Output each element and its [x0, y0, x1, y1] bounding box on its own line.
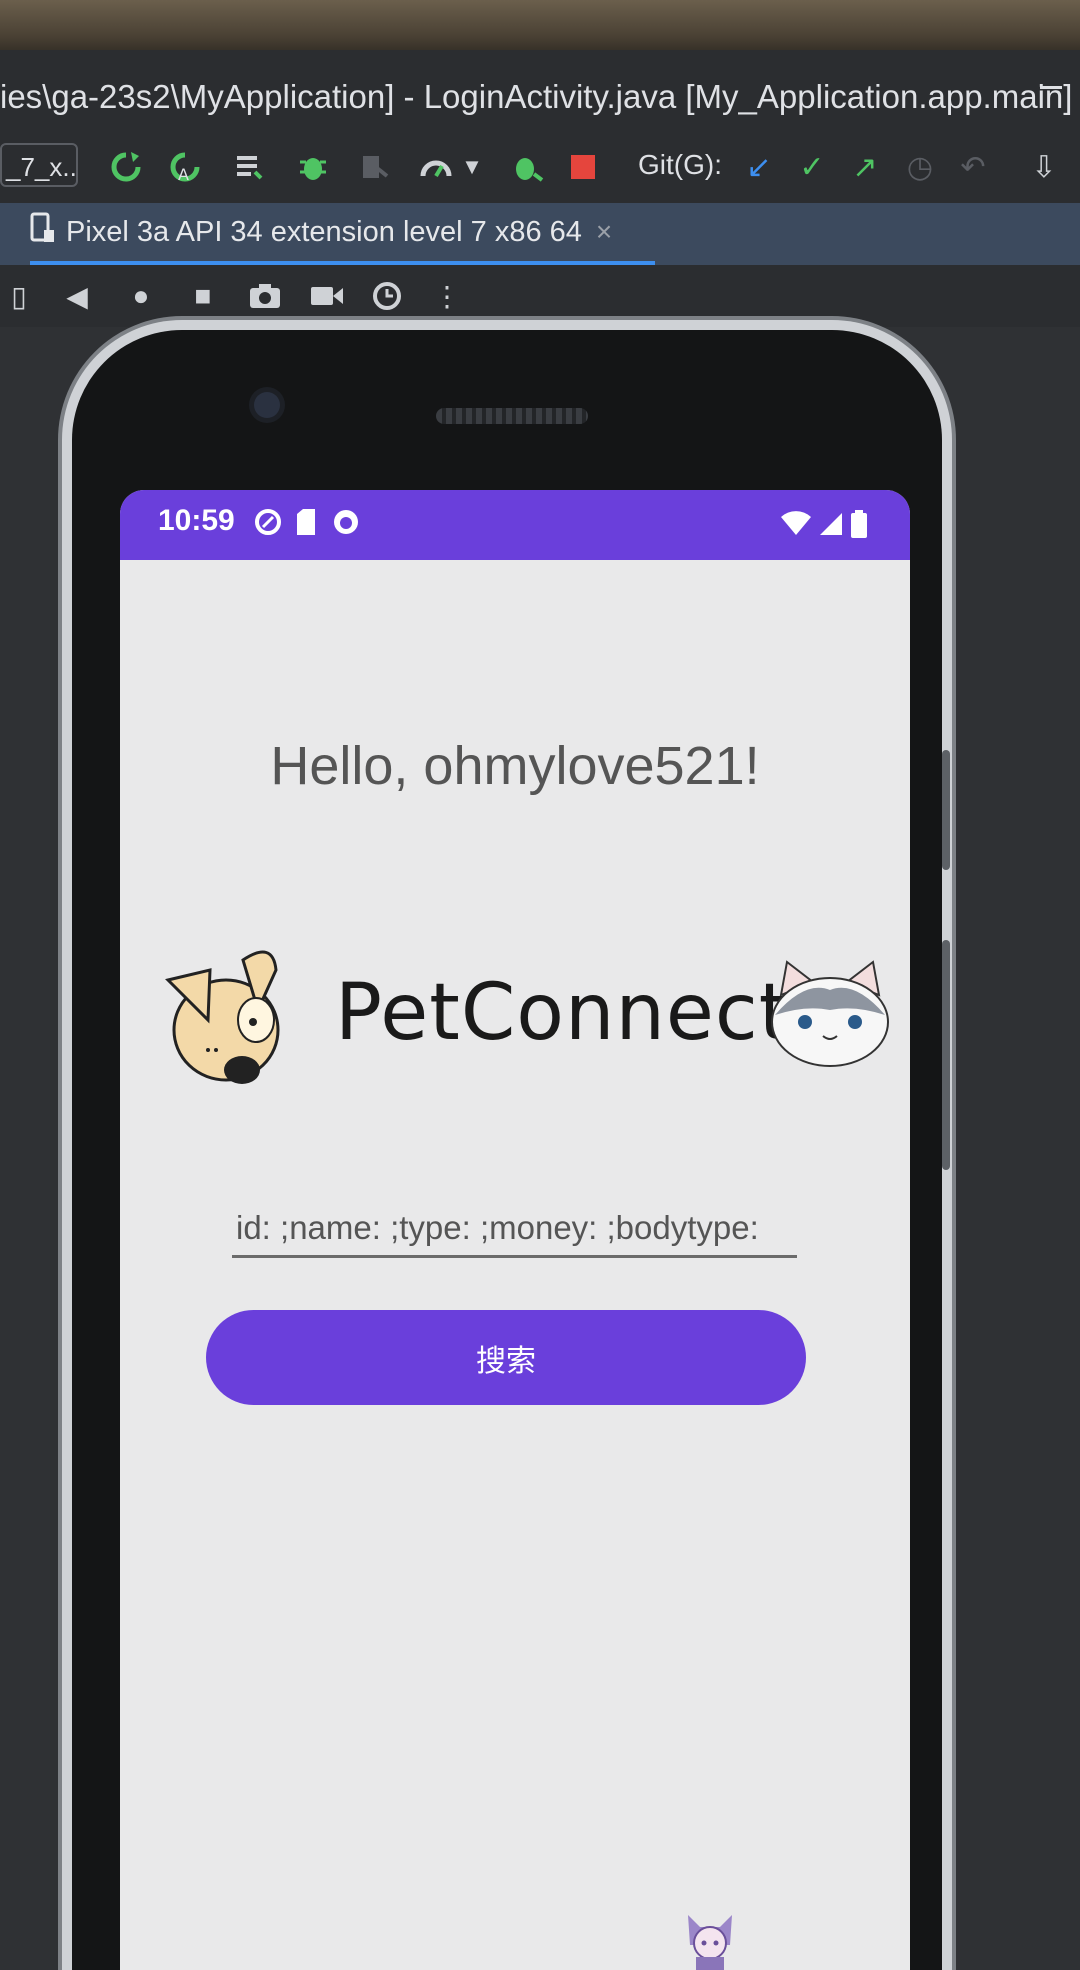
sdk-manager-icon[interactable]: ⇩	[1024, 147, 1064, 187]
status-time: 10:59	[158, 504, 235, 537]
ide-title-bar: ies\ga-23s2\MyApplication] - LoginActivi…	[0, 50, 1080, 135]
stop-icon[interactable]	[568, 147, 598, 187]
dog-mascot-icon	[148, 940, 288, 1090]
front-camera	[254, 392, 280, 418]
battery-icon	[850, 510, 868, 543]
snapshot-icon[interactable]	[368, 277, 406, 315]
svg-text:A: A	[178, 165, 189, 184]
git-history-icon[interactable]: ◷	[903, 147, 937, 187]
git-rollback-icon[interactable]: ↶	[956, 147, 990, 187]
rotate-icon[interactable]: ▯	[0, 277, 38, 315]
minimize-icon[interactable]	[1040, 86, 1062, 89]
shield-icon	[252, 506, 284, 538]
back-icon[interactable]: ◀	[58, 277, 96, 315]
git-label: Git(G):	[638, 149, 722, 180]
debug-attach-icon[interactable]	[508, 147, 548, 187]
power-button	[942, 750, 950, 870]
notification-app-icon	[330, 506, 362, 538]
apply-code-changes-icon[interactable]	[230, 147, 270, 187]
home-icon[interactable]: ●	[122, 277, 160, 315]
close-icon[interactable]: ×	[596, 216, 612, 248]
run-config-selector[interactable]: _7_x...	[0, 143, 78, 187]
character-sprite-icon	[680, 1905, 740, 1970]
dropdown-chevron-icon[interactable]: ▼	[460, 147, 484, 187]
profiler-icon[interactable]	[416, 147, 456, 187]
overview-icon[interactable]: ■	[184, 277, 222, 315]
status-bar: 10:59	[120, 490, 910, 560]
sim-card-icon	[290, 506, 322, 538]
camera-icon[interactable]	[246, 277, 284, 315]
search-button[interactable]: 搜索	[206, 1310, 806, 1405]
greeting-text: Hello, ohmylove521!	[270, 736, 760, 796]
brand-title: PetConnect	[335, 968, 791, 1058]
apply-changes-icon[interactable]: A	[165, 147, 205, 187]
debug-icon[interactable]	[293, 147, 333, 187]
rerun-icon[interactable]	[106, 147, 146, 187]
cat-mascot-icon	[765, 960, 895, 1070]
brand-header: PetConnect	[120, 940, 910, 1100]
signal-icon	[818, 511, 844, 542]
status-right-icons	[780, 510, 868, 543]
volume-button	[942, 940, 950, 1170]
app-screen: 10:59 Hello, ohmylove521! PetConnect id:…	[120, 490, 910, 1970]
device-tab-label: Pixel 3a API 34 extension level 7 x86 64	[66, 215, 582, 248]
device-tab-bar: Pixel 3a API 34 extension level 7 x86 64…	[0, 203, 1080, 265]
phone-frame: 10:59 Hello, ohmylove521! PetConnect id:…	[72, 330, 950, 1970]
attach-debugger-icon[interactable]	[354, 147, 394, 187]
git-push-icon[interactable]: ↗	[848, 147, 882, 187]
search-input[interactable]	[232, 1200, 797, 1258]
wifi-icon	[780, 511, 812, 542]
device-tab[interactable]: Pixel 3a API 34 extension level 7 x86 64…	[30, 203, 655, 265]
window-title: ies\ga-23s2\MyApplication] - LoginActivi…	[0, 78, 1073, 115]
git-commit-icon[interactable]: ✓	[795, 147, 829, 187]
phone-icon	[30, 212, 56, 252]
emulator-controls: ▯ ◀ ● ■ ⋮	[0, 265, 1080, 327]
record-icon[interactable]	[308, 277, 346, 315]
ide-toolbar: _7_x... A ▼ Git(G): ↙ ✓ ↗ ◷ ↶ ⇩	[0, 133, 1080, 203]
more-options-icon[interactable]: ⋮	[428, 277, 466, 315]
git-update-icon[interactable]: ↙	[742, 147, 776, 187]
earpiece-speaker	[436, 408, 588, 424]
